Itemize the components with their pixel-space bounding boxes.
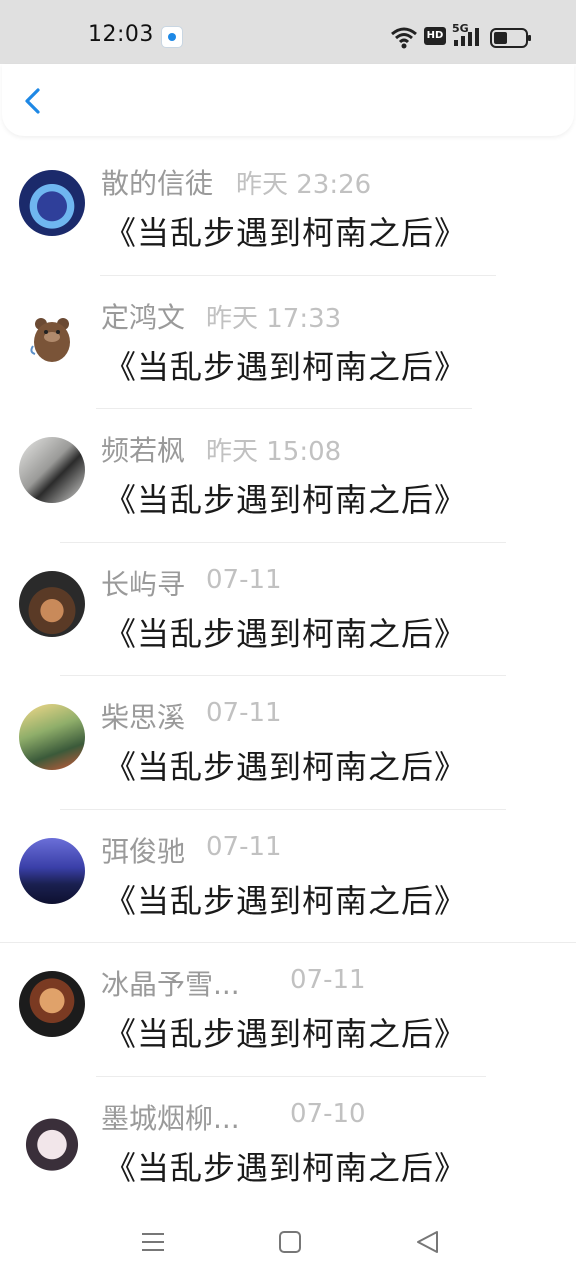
battery-icon bbox=[490, 28, 531, 48]
avatar[interactable] bbox=[19, 837, 85, 904]
comment-text: 《当乱步遇到柯南之后》 bbox=[104, 881, 468, 920]
home-icon[interactable] bbox=[276, 1228, 304, 1256]
commenter-name[interactable]: 柴思溪 bbox=[101, 696, 185, 736]
comment-time: 昨天 23:26 bbox=[236, 170, 372, 200]
list-item[interactable]: 定鸿文 昨天 17:33 《当乱步遇到柯南之后》 bbox=[0, 276, 576, 409]
status-bar: 12:03 HD 5G bbox=[0, 0, 576, 64]
list-item[interactable]: 墨城烟柳... 07-10 《当乱步遇到柯南之后》 bbox=[0, 1077, 576, 1211]
list-item[interactable]: 冰晶予雪... 07-11 《当乱步遇到柯南之后》 bbox=[0, 943, 576, 1077]
bear-avatar-icon bbox=[30, 317, 70, 362]
comment-text: 《当乱步遇到柯南之后》 bbox=[104, 481, 468, 519]
comment-text: 《当乱步遇到柯南之后》 bbox=[104, 1148, 468, 1187]
signal-5g-icon bbox=[454, 28, 479, 46]
comment-time: 昨天 15:08 bbox=[206, 437, 342, 467]
header bbox=[2, 64, 574, 136]
list-item[interactable]: 频若枫 昨天 15:08 《当乱步遇到柯南之后》 bbox=[0, 409, 576, 543]
chevron-left-icon[interactable] bbox=[18, 86, 48, 116]
list-item[interactable]: 散的信徒 昨天 23:26 《当乱步遇到柯南之后》 bbox=[0, 142, 576, 276]
avatar[interactable] bbox=[19, 303, 85, 370]
notification-app-icon bbox=[161, 26, 183, 48]
commenter-name[interactable]: 定鸿文 bbox=[101, 296, 185, 336]
wifi-icon bbox=[391, 27, 417, 49]
status-time: 12:03 bbox=[88, 22, 154, 47]
comment-time: 07-11 bbox=[206, 831, 282, 862]
comment-text: 《当乱步遇到柯南之后》 bbox=[104, 748, 468, 786]
commenter-name[interactable]: 频若枫 bbox=[101, 429, 185, 469]
comment-text: 《当乱步遇到柯南之后》 bbox=[104, 614, 468, 653]
comment-text: 《当乱步遇到柯南之后》 bbox=[104, 347, 468, 386]
commenter-name[interactable]: 墨城烟柳... bbox=[101, 1097, 240, 1137]
comment-time: 07-11 bbox=[206, 698, 282, 728]
system-nav-bar bbox=[0, 1200, 576, 1280]
comment-time: 昨天 17:33 bbox=[206, 303, 342, 334]
menu-icon[interactable] bbox=[139, 1228, 167, 1256]
comment-list: 散的信徒 昨天 23:26 《当乱步遇到柯南之后》 定鸿文 昨天 17:33 《… bbox=[0, 142, 576, 1210]
commenter-name[interactable]: 弭俊驰 bbox=[101, 830, 185, 870]
comment-time: 07-11 bbox=[206, 564, 282, 595]
avatar[interactable] bbox=[19, 437, 85, 503]
commenter-name[interactable]: 散的信徒 bbox=[101, 162, 213, 202]
comment-text: 《当乱步遇到柯南之后》 bbox=[104, 214, 468, 252]
comment-time: 07-11 bbox=[290, 965, 366, 995]
comment-time: 07-10 bbox=[290, 1098, 366, 1129]
back-triangle-icon[interactable] bbox=[413, 1228, 441, 1256]
list-item[interactable]: 弭俊驰 07-11 《当乱步遇到柯南之后》 bbox=[0, 810, 576, 943]
avatar[interactable] bbox=[19, 971, 85, 1037]
commenter-name[interactable]: 长屿寻 bbox=[101, 563, 185, 603]
avatar[interactable] bbox=[19, 570, 85, 637]
avatar[interactable] bbox=[19, 1104, 85, 1171]
list-item[interactable]: 长屿寻 07-11 《当乱步遇到柯南之后》 bbox=[0, 543, 576, 676]
commenter-name[interactable]: 冰晶予雪... bbox=[101, 963, 240, 1003]
status-icons: HD 5G bbox=[390, 22, 531, 52]
list-item[interactable]: 柴思溪 07-11 《当乱步遇到柯南之后》 bbox=[0, 676, 576, 810]
avatar[interactable] bbox=[19, 704, 85, 770]
hd-icon: HD bbox=[424, 27, 446, 45]
avatar[interactable] bbox=[19, 170, 85, 236]
comment-text: 《当乱步遇到柯南之后》 bbox=[104, 1015, 468, 1053]
